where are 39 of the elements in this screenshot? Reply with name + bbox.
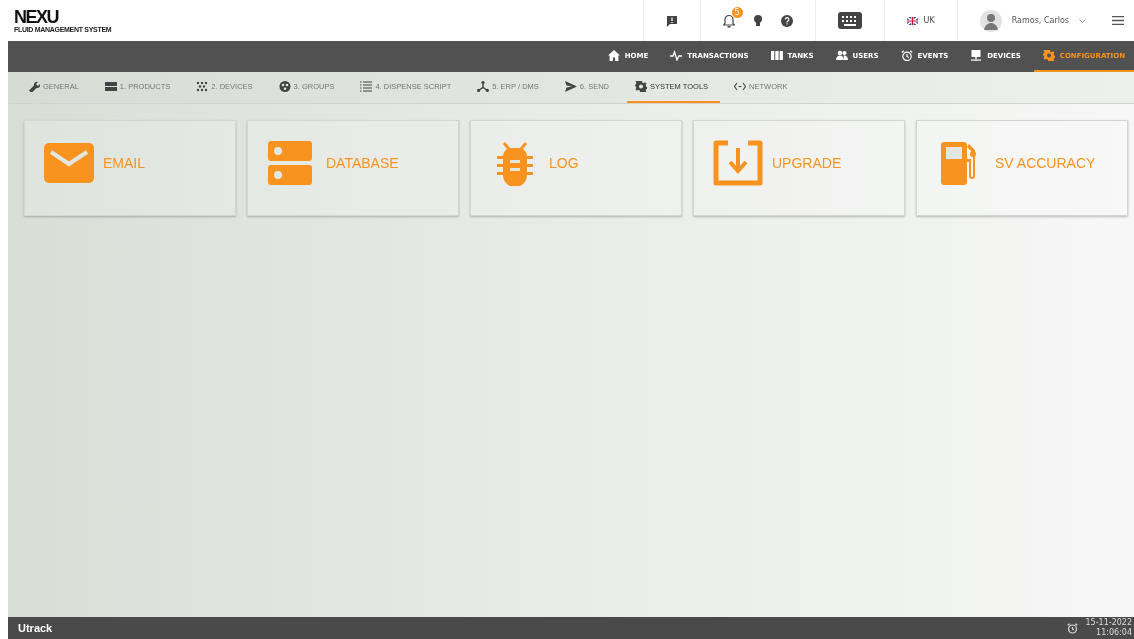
gear-icon [1042, 50, 1055, 61]
tool-card[interactable]: LOG [470, 120, 682, 216]
footer-brand: Utrack [18, 622, 53, 634]
branch-icon [477, 81, 490, 92]
user-menu[interactable]: Ramos, Carlos [1011, 16, 1069, 25]
alarm-clock-icon [900, 50, 913, 61]
circle-dots-icon [278, 81, 291, 92]
footer-time: 11:06:04 [1096, 628, 1132, 638]
alarm-clock-icon[interactable] [1066, 622, 1078, 634]
tool-card[interactable]: UPGRADE [693, 120, 905, 216]
envelope-icon [43, 140, 95, 186]
home-icon [607, 50, 620, 61]
avatar-icon [979, 9, 1002, 32]
lightbulb-icon[interactable] [752, 14, 763, 27]
list-icon [360, 81, 373, 92]
menu-icon[interactable] [1112, 16, 1124, 25]
wrench-icon [28, 81, 40, 92]
notification-badge: 5 [731, 6, 743, 18]
logo-wordmark: NEXU [14, 7, 58, 26]
message-icon[interactable] [665, 14, 678, 27]
bell-icon[interactable] [722, 13, 735, 28]
columns-icon [770, 50, 783, 61]
send-icon [564, 81, 577, 92]
language-selector[interactable]: UK [923, 16, 935, 25]
bar-icon [104, 81, 117, 92]
download-icon [712, 140, 764, 186]
pulse-icon [670, 50, 683, 61]
monitor-icon [970, 50, 983, 61]
arrows-icon [734, 81, 747, 92]
flag-icon [906, 16, 918, 25]
dots-icon [196, 81, 209, 92]
keyboard-icon[interactable] [837, 12, 862, 29]
footer-date: 15-11-2022 [1085, 618, 1132, 628]
help-icon[interactable] [780, 14, 793, 27]
tool-card[interactable]: DATABASE [247, 120, 459, 216]
users-icon [835, 50, 848, 61]
gear-icon [635, 81, 647, 92]
chevron-down-icon[interactable] [1079, 18, 1086, 23]
tool-card[interactable]: SV ACCURACY [916, 120, 1128, 216]
